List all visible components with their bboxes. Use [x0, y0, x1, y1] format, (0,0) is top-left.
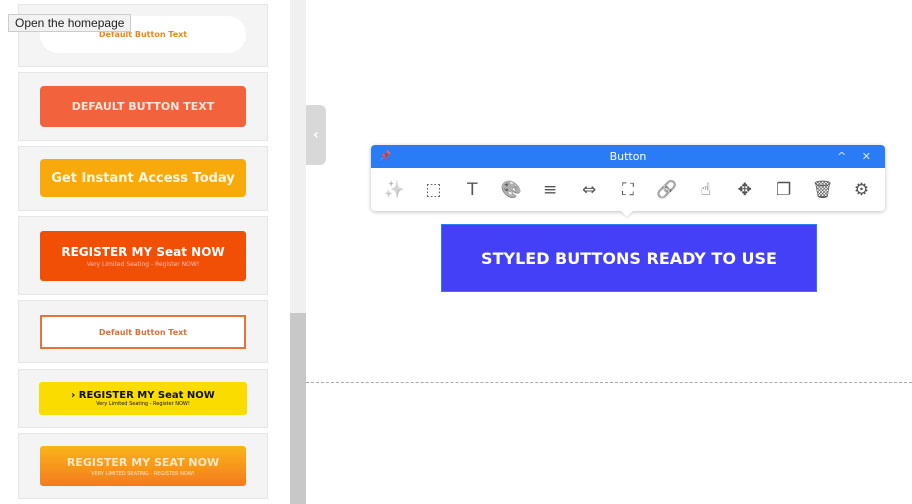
template-card[interactable]: Default Button Text: [18, 300, 268, 363]
template-button-label: REGISTER MY Seat NOW: [61, 244, 225, 259]
template-button-sub: VERY LIMITED SEATING - REGISTER NOW!: [91, 470, 195, 477]
toolbar-title: Button: [609, 150, 647, 163]
template-button-sub: Very Limited Seating - Register NOW!: [96, 401, 190, 407]
move-icon[interactable]: ✥: [733, 180, 757, 200]
homepage-tooltip: Open the homepage: [8, 14, 132, 32]
selected-canvas-button[interactable]: STYLED BUTTONS READY TO USE: [441, 224, 817, 292]
button-toolbar: 📌 Button ^ ✕ ✨ ⬚ T 🎨 ≡ ⇔ ⛶ 🔗 ☝ ✥ ❐ 🗑 ⚙: [371, 145, 885, 211]
toolbar-header: 📌 Button ^ ✕: [371, 145, 885, 168]
chevron-left-icon: ‹: [313, 127, 319, 143]
template-button[interactable]: REGISTER MY Seat NOW Very Limited Seatin…: [40, 231, 246, 281]
click-hand-icon[interactable]: ☝: [694, 180, 718, 200]
fullscreen-icon[interactable]: ⛶: [616, 180, 640, 200]
template-button[interactable]: › REGISTER MY Seat NOW Very Limited Seat…: [39, 382, 247, 415]
link-icon[interactable]: 🔗: [655, 180, 679, 200]
button-templates-panel: Default Button Text DEFAULT BUTTON TEXT …: [0, 0, 290, 504]
template-button[interactable]: Default Button Text: [40, 315, 246, 349]
template-button-label: REGISTER MY SEAT NOW: [66, 455, 220, 469]
template-card[interactable]: › REGISTER MY Seat NOW Very Limited Seat…: [18, 369, 268, 428]
template-button-sub: Very Limited Seating - Register NOW!: [86, 260, 200, 268]
palette-icon[interactable]: 🎨: [499, 180, 523, 200]
collapse-panel-button[interactable]: ‹: [306, 105, 326, 165]
magic-wand-icon[interactable]: ✨: [382, 180, 406, 200]
select-cursor-icon[interactable]: ⬚: [421, 180, 445, 200]
template-card[interactable]: Get Instant Access Today: [18, 146, 268, 211]
template-button[interactable]: Get Instant Access Today: [40, 159, 246, 197]
template-card[interactable]: REGISTER MY SEAT NOW VERY LIMITED SEATIN…: [18, 433, 268, 499]
template-card[interactable]: DEFAULT BUTTON TEXT: [18, 72, 268, 141]
align-center-icon[interactable]: ≡: [538, 180, 562, 200]
section-divider: [306, 382, 912, 383]
trash-icon[interactable]: 🗑: [811, 180, 835, 200]
template-button-label: › REGISTER MY Seat NOW: [71, 390, 215, 401]
gear-icon[interactable]: ⚙: [850, 180, 874, 200]
template-button[interactable]: DEFAULT BUTTON TEXT: [40, 86, 246, 127]
template-card[interactable]: REGISTER MY Seat NOW Very Limited Seatin…: [18, 216, 268, 295]
duplicate-icon[interactable]: ❐: [772, 180, 796, 200]
template-button[interactable]: REGISTER MY SEAT NOW VERY LIMITED SEATIN…: [40, 446, 246, 486]
scrollbar-thumb[interactable]: [290, 313, 306, 504]
pin-icon[interactable]: 📌: [379, 151, 391, 162]
spacing-icon[interactable]: ⇔: [577, 180, 601, 200]
toolbar-window-controls[interactable]: ^ ✕: [837, 150, 877, 163]
toolbar-pointer: [621, 211, 633, 217]
text-icon[interactable]: T: [460, 180, 484, 200]
